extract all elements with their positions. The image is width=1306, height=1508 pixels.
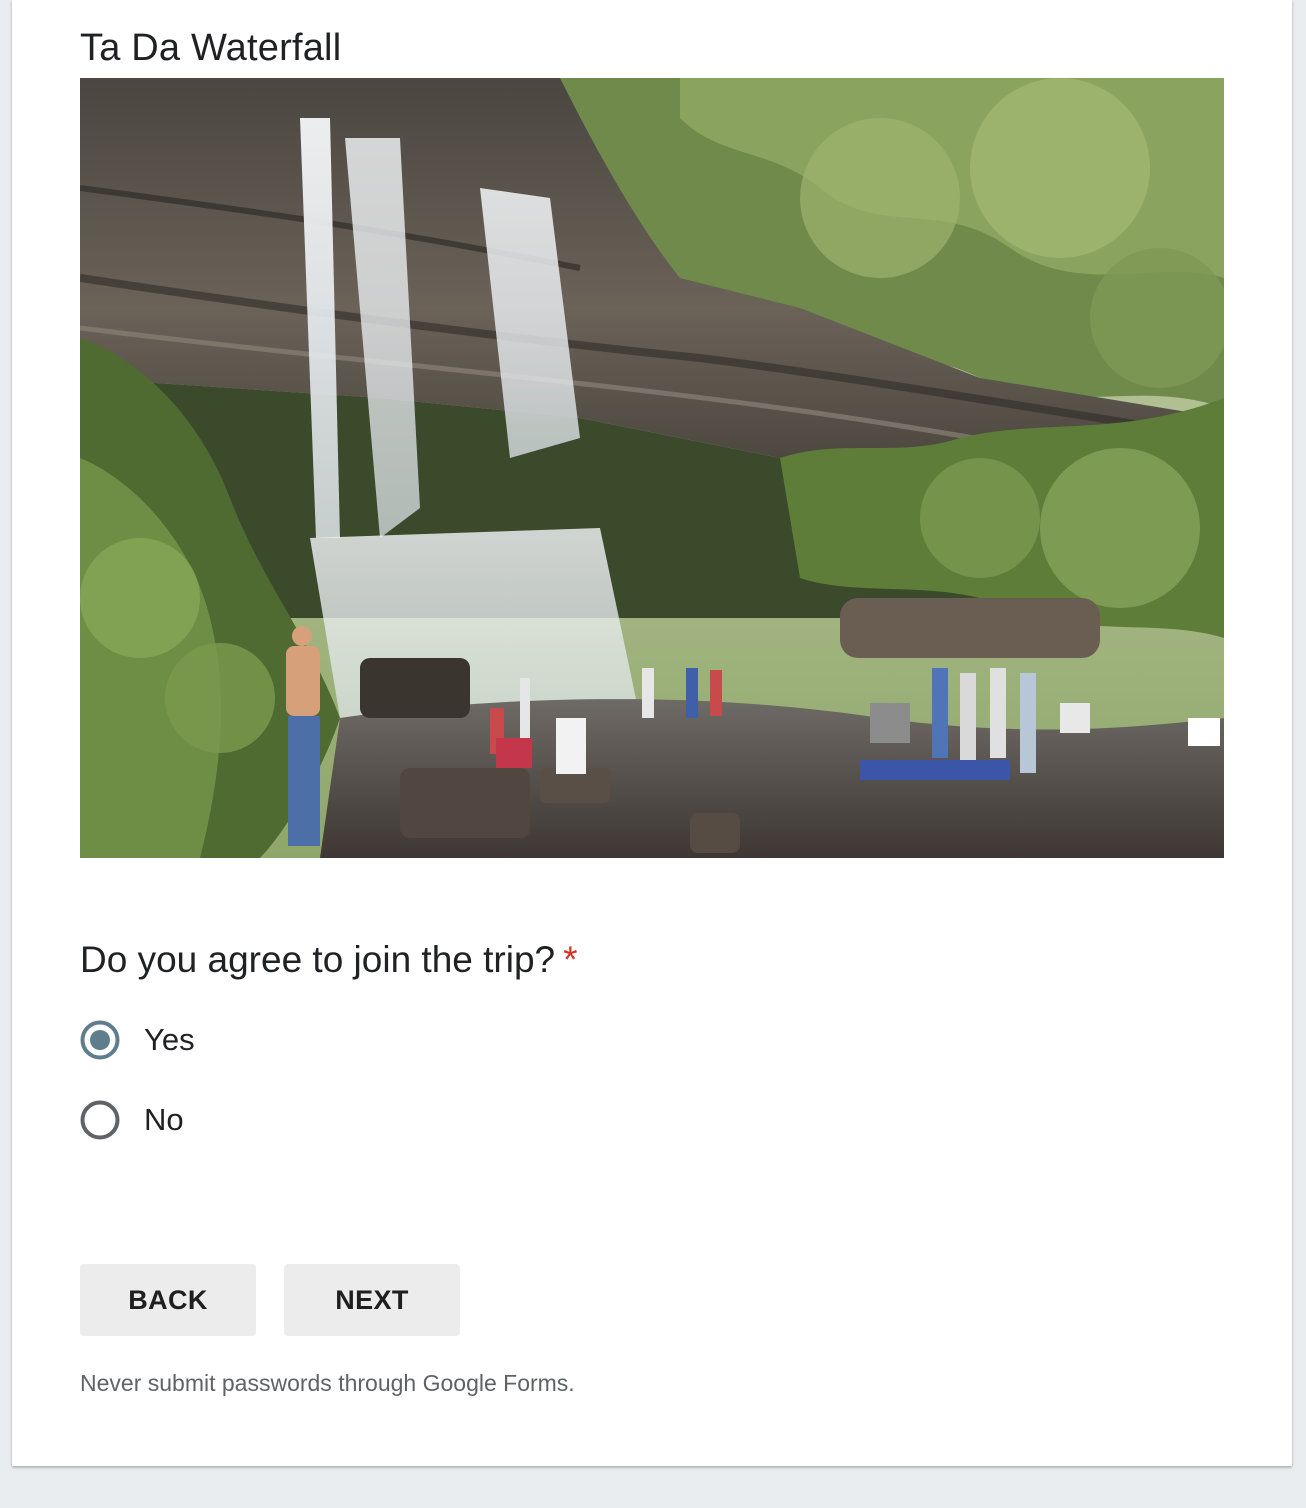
- next-button[interactable]: NEXT: [284, 1264, 460, 1336]
- page-background: Ta Da Waterfall Do you agree to join the…: [0, 0, 1306, 1508]
- waterfall-photo: [80, 78, 1224, 858]
- password-warning: Never submit passwords through Google Fo…: [80, 1370, 575, 1396]
- radio-unselected-icon[interactable]: [80, 1100, 120, 1140]
- radio-selected-icon[interactable]: [80, 1020, 120, 1060]
- required-asterisk: *: [563, 939, 578, 980]
- question-title: Do you agree to join the trip? *: [80, 932, 578, 988]
- section-title: Ta Da Waterfall: [80, 27, 342, 69]
- form-card: Ta Da Waterfall Do you agree to join the…: [12, 0, 1292, 1466]
- question-text: Do you agree to join the trip?: [80, 939, 556, 980]
- back-button[interactable]: BACK: [80, 1264, 256, 1336]
- radio-option-yes[interactable]: Yes: [80, 1018, 195, 1062]
- radio-option-label: Yes: [144, 1022, 195, 1057]
- radio-option-no[interactable]: No: [80, 1098, 184, 1142]
- radio-option-label: No: [144, 1102, 184, 1137]
